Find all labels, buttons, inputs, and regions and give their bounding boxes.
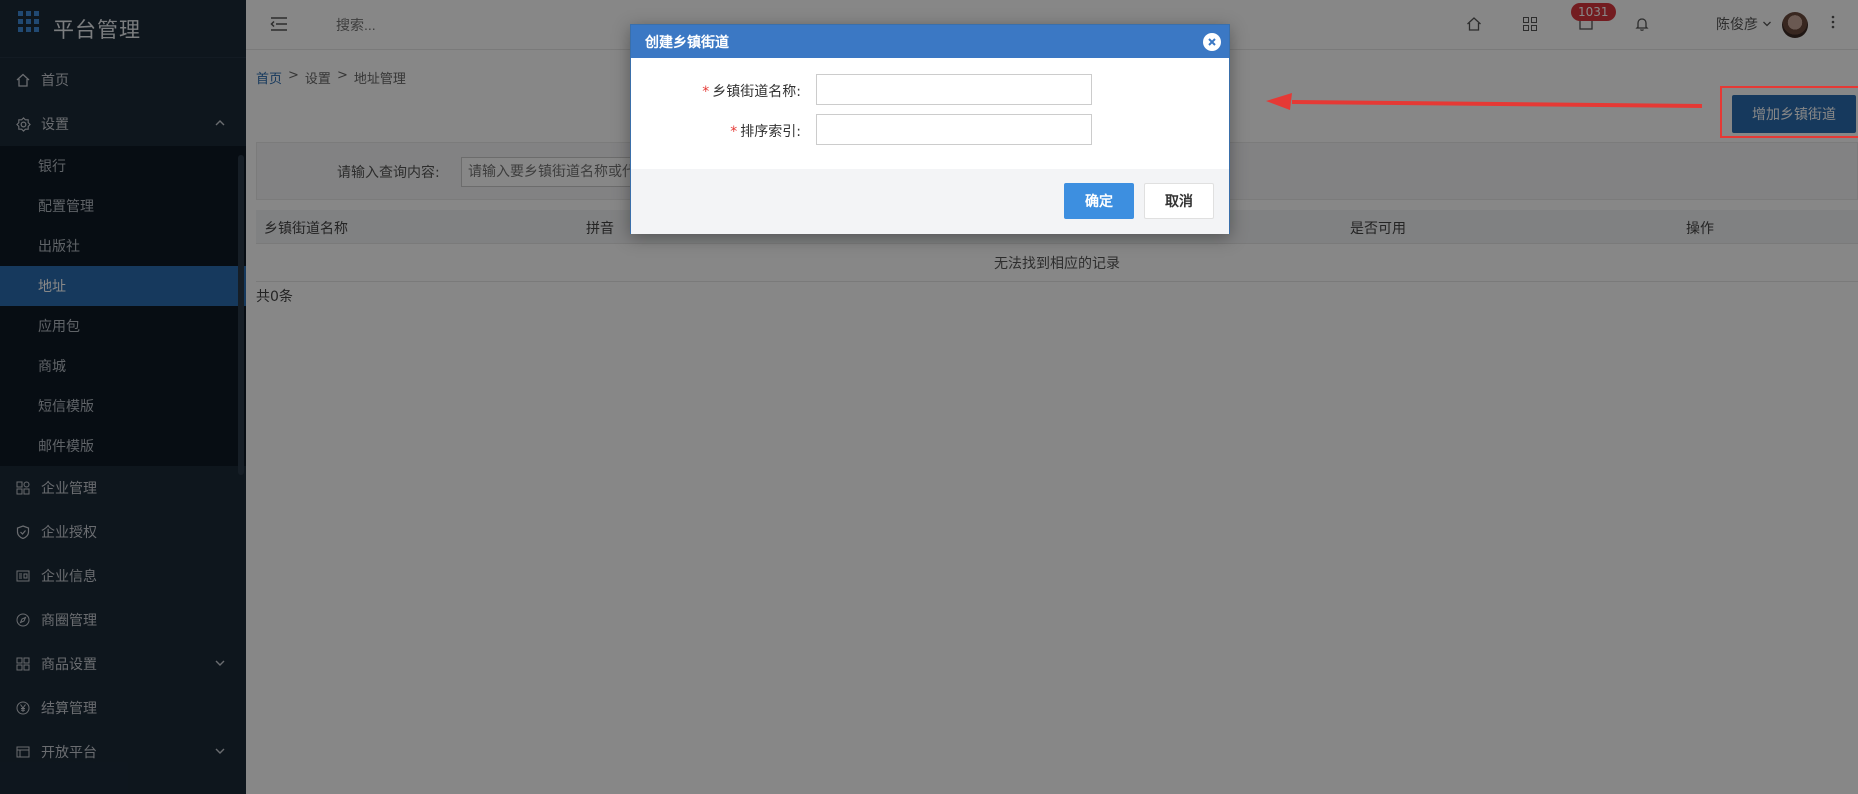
required-mark: * — [702, 84, 710, 100]
confirm-button[interactable]: 确定 — [1064, 183, 1134, 219]
sort-index-input[interactable] — [816, 114, 1092, 145]
create-township-dialog: 创建乡镇街道 * 乡镇街道名称: * 排序索引: 确定 取消 — [630, 24, 1230, 234]
form-row-sort: * 排序索引: — [631, 114, 1231, 146]
annotation-highlight-box — [1720, 86, 1858, 138]
close-icon[interactable] — [1203, 33, 1221, 51]
dialog-title: 创建乡镇街道 — [645, 34, 729, 51]
annotation-arrow-icon — [1266, 93, 1703, 110]
dialog-footer: 确定 取消 — [631, 169, 1229, 234]
cancel-button[interactable]: 取消 — [1144, 183, 1214, 219]
form-row-name: * 乡镇街道名称: — [631, 74, 1231, 106]
township-name-label: * 乡镇街道名称: — [702, 84, 801, 100]
township-name-input[interactable] — [816, 74, 1092, 105]
required-mark: * — [730, 124, 738, 140]
sort-index-label: * 排序索引: — [730, 124, 801, 140]
dialog-header: 创建乡镇街道 — [631, 25, 1229, 58]
